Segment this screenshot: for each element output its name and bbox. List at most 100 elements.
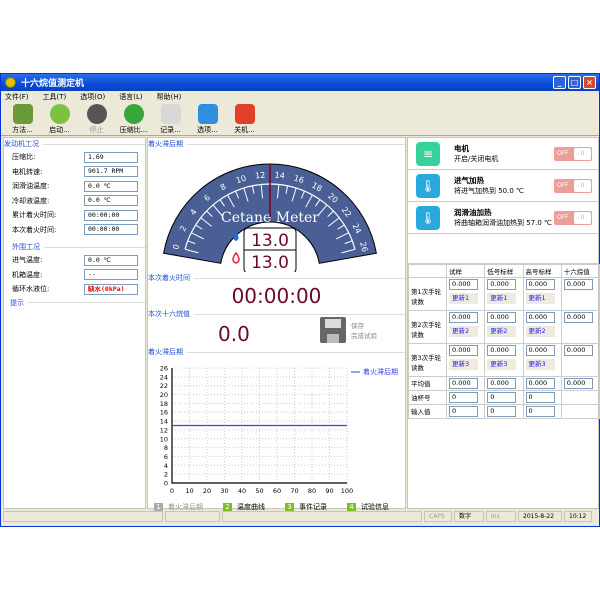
menu-item[interactable]: 文件(F) <box>5 92 29 102</box>
floppy-disk-icon <box>320 317 346 343</box>
x-tick-label: 70 <box>290 487 298 495</box>
device-desc: 将曲轴箱润滑油加热到 57.0 ℃ <box>454 219 552 227</box>
reading-input[interactable]: 0.000 <box>449 378 478 389</box>
x-tick-label: 60 <box>273 487 281 495</box>
update-button[interactable]: 更新1 <box>487 293 517 304</box>
reading-input[interactable]: 0 <box>487 406 517 417</box>
toolbar-button[interactable]: 关机... <box>226 103 263 135</box>
ignition-delay-chart: 024681012141618202224260 10 20 30 40 50 60 70 80… <box>160 365 398 496</box>
device-row: 🌡 进气加热 将进气加热到 50.0 ℃ OFF <box>408 170 598 202</box>
reading-input[interactable]: 0.000 <box>449 312 478 323</box>
table-row: 第1次手轮读数 0.000 更新1 0.000 更新1 0.000 更新1 0.000 <box>408 277 600 311</box>
toolbar-button[interactable]: 方法... <box>4 103 41 135</box>
x-tick-label: 30 <box>220 487 228 495</box>
y-tick-label: 18 <box>160 400 168 408</box>
reading-input[interactable]: 0.000 <box>563 312 593 323</box>
stop-icon <box>86 103 107 124</box>
reading-input[interactable]: 0.000 <box>525 345 555 356</box>
column-header <box>408 264 447 278</box>
toolbar-button[interactable]: 停止 <box>78 103 115 135</box>
thermometer-icon: 🌡 <box>416 173 440 198</box>
field-value: 00:00:00 <box>84 224 138 236</box>
update-button[interactable]: 更新1 <box>525 293 555 304</box>
update-button[interactable]: 更新2 <box>525 326 555 337</box>
reading-input[interactable]: 0.000 <box>563 279 593 290</box>
row-label: 第2次手轮读数 <box>408 310 447 344</box>
reading-input[interactable]: 0 <box>525 406 555 417</box>
gauge-value-2: 13.0 <box>251 253 289 272</box>
y-tick-label: 20 <box>160 391 168 399</box>
reading-input[interactable]: 0.000 <box>487 345 517 356</box>
reading-input[interactable]: 0.000 <box>487 378 517 389</box>
field-value: -- <box>84 269 138 281</box>
toolbar-label: 方法... <box>12 125 33 134</box>
motor-icon: ≡ <box>416 141 440 166</box>
update-button[interactable]: 更新2 <box>487 326 517 337</box>
reading-input[interactable]: 0 <box>525 392 555 403</box>
menu-item[interactable]: 语言(L) <box>119 92 142 102</box>
update-button[interactable]: 更新2 <box>449 326 478 337</box>
x-tick-label: 10 <box>185 487 193 495</box>
reading-input[interactable]: 0 <box>449 406 478 417</box>
device-toggle[interactable]: OFF <box>554 211 592 225</box>
menu-item[interactable]: 帮助(H) <box>157 92 182 102</box>
reading-input[interactable]: 0.000 <box>525 312 555 323</box>
update-button[interactable]: 更新3 <box>525 359 555 370</box>
gauge-section-title: 着火滞后期 <box>148 138 405 150</box>
toolbar-label: 记录... <box>160 125 181 134</box>
toolbar-label: 关机... <box>234 125 255 134</box>
reading-input[interactable]: 0 <box>449 392 478 403</box>
reading-input[interactable]: 0 <box>487 392 517 403</box>
power-icon <box>234 103 255 124</box>
field-value: 缺水(0kPa) <box>84 283 138 295</box>
table-row: 油杯号 0 0 0 <box>408 390 600 405</box>
reading-input[interactable]: 0.000 <box>525 378 555 389</box>
field-value: 901.7 RPM <box>84 166 138 178</box>
toolbar-button[interactable]: 记录... <box>152 103 189 135</box>
close-button[interactable]: × <box>583 76 596 89</box>
reading-input[interactable]: 0.000 <box>449 279 478 290</box>
gauge-tick-label: 12 <box>255 171 266 181</box>
menu-item[interactable]: 选项(O) <box>80 92 105 102</box>
toolbar-button[interactable]: 选项... <box>189 103 226 135</box>
minimize-button[interactable]: _ <box>553 76 566 89</box>
thermometer-icon: 🌡 <box>416 205 440 230</box>
toolbar-button[interactable]: 启动... <box>41 103 78 135</box>
field-row: 机箱温度: -- <box>4 268 145 283</box>
table-row: 第3次手轮读数 0.000 更新3 0.000 更新3 0.000 更新3 0.000 <box>408 343 600 377</box>
reading-input[interactable]: 0.000 <box>563 378 593 389</box>
table-row: 输入值 0 0 0 <box>408 404 600 419</box>
toolbar-label: 选项... <box>197 125 218 134</box>
y-tick-label: 6 <box>164 453 168 461</box>
update-button[interactable]: 更新1 <box>449 293 478 304</box>
device-toggle[interactable]: OFF <box>554 147 592 161</box>
status-panel: 发动机工况 压缩比: 1.69 电机转速: 901.7 RPM 润滑油温度: 0.0 ℃ 冷… <box>3 137 146 509</box>
update-button[interactable]: 更新3 <box>487 359 517 370</box>
field-value: 0.0 ℃ <box>84 254 138 266</box>
save-button[interactable]: 保存 完成试验 <box>320 317 377 343</box>
reading-input[interactable]: 0.000 <box>487 312 517 323</box>
field-value: 1.69 <box>84 151 138 163</box>
flame-icon <box>232 251 240 264</box>
app-icon <box>5 77 16 88</box>
field-label: 冷却液温度: <box>12 196 50 205</box>
maximize-button[interactable]: □ <box>568 76 581 89</box>
toolbar: 方法... 启动... 停止 压缩比... 记录... 选项... 关机... <box>1 103 599 136</box>
reading-input[interactable]: 0.000 <box>487 279 517 290</box>
x-tick-label: 90 <box>325 487 333 495</box>
peripheral-section-title: 外围工况 <box>4 241 145 253</box>
menu-item[interactable]: 工具(T) <box>43 92 67 102</box>
reading-input[interactable]: 0.000 <box>563 345 593 356</box>
device-toggle[interactable]: OFF <box>554 179 592 193</box>
device-desc: 开启/关闭电机 <box>454 155 499 163</box>
toolbar-button[interactable]: 压缩比... <box>115 103 152 135</box>
menu-bar: 文件(F) 工具(T) 选项(O) 语言(L) 帮助(H) <box>1 91 599 103</box>
device-row: 🌡 润滑油加热 将曲轴箱润滑油加热到 57.0 ℃ OFF <box>408 202 598 234</box>
reading-input[interactable]: 0.000 <box>525 279 555 290</box>
save-sublabel: 完成试验 <box>351 332 377 340</box>
field-value: 00:00:00 <box>84 209 138 221</box>
reading-input[interactable]: 0.000 <box>449 345 478 356</box>
field-label: 进气温度: <box>12 256 43 265</box>
field-label: 压缩比: <box>12 153 36 162</box>
update-button[interactable]: 更新3 <box>449 359 478 370</box>
